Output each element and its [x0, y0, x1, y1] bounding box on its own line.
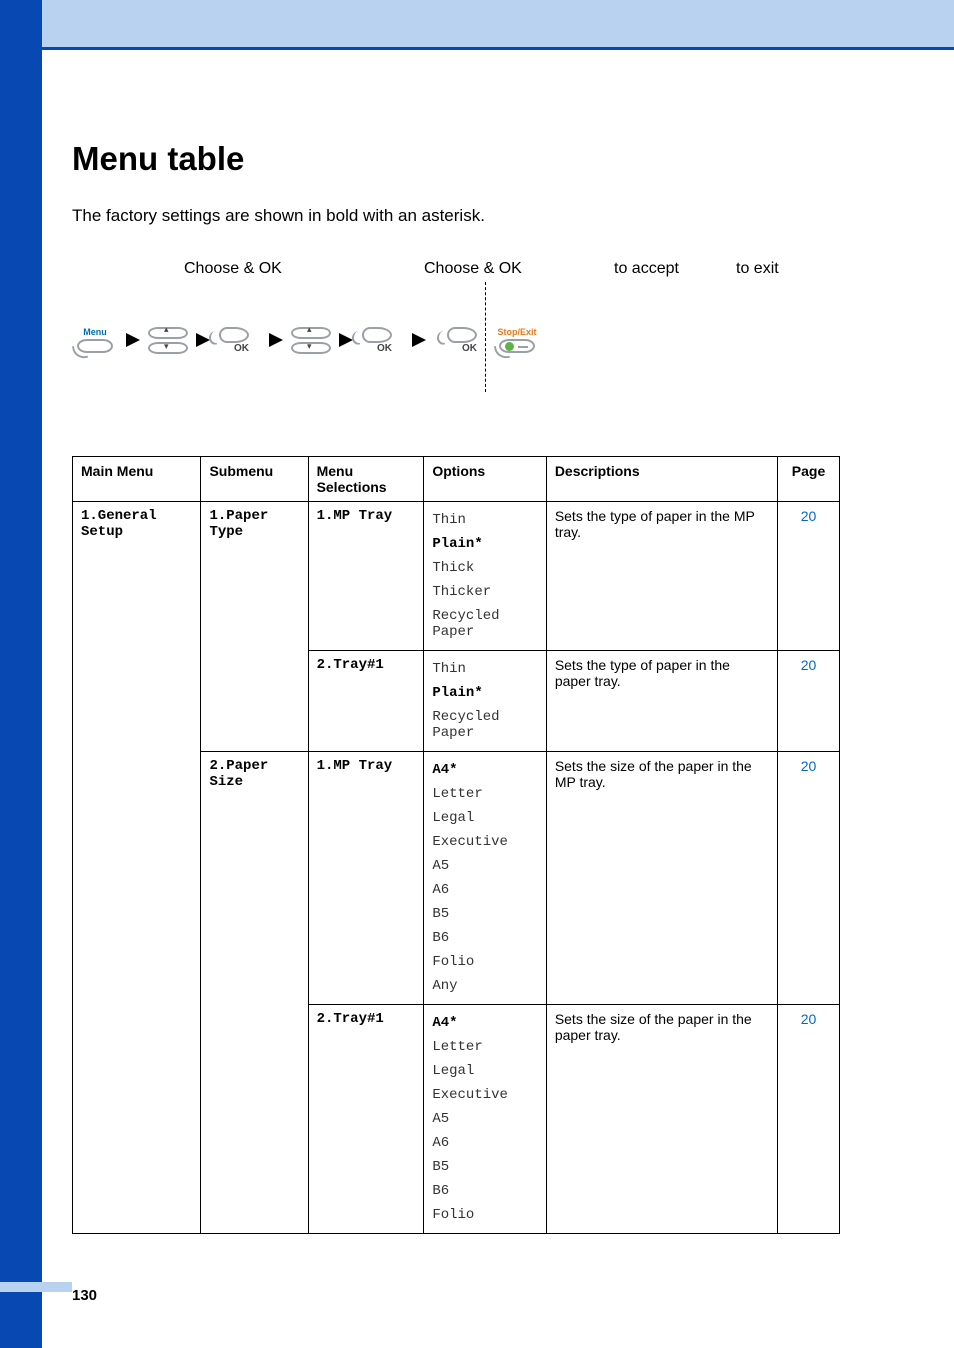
- arrow-icon: [339, 333, 353, 347]
- options-cell: A4*LetterLegalExecutiveA5A6B5B6FolioAny: [424, 752, 546, 1005]
- col-submenu: Submenu: [201, 457, 308, 502]
- option-value: Letter: [432, 782, 537, 806]
- col-descriptions: Descriptions: [546, 457, 777, 502]
- options-cell: ThinPlain*ThickThickerRecycled Paper: [424, 502, 546, 651]
- flow-label-accept: to accept: [614, 260, 736, 278]
- option-value: B6: [432, 1179, 537, 1203]
- table-header-row: Main Menu Submenu Menu Selections Option…: [73, 457, 840, 502]
- option-value: A4*: [432, 1011, 537, 1035]
- option-value: A5: [432, 854, 537, 878]
- option-value: B6: [432, 926, 537, 950]
- submenu-cell: 2.Paper Size: [201, 752, 308, 1234]
- selection-cell: 1.MP Tray: [308, 502, 424, 651]
- options-cell: A4*LetterLegalExecutiveA5A6B5B6Folio: [424, 1005, 546, 1234]
- col-options: Options: [424, 457, 546, 502]
- col-main-menu: Main Menu: [73, 457, 201, 502]
- flow-label-choose-ok-1: Choose & OK: [184, 260, 424, 278]
- page-ref-cell[interactable]: 20: [778, 752, 840, 1005]
- page-ref-cell[interactable]: 20: [778, 502, 840, 651]
- page-ref-cell[interactable]: 20: [778, 651, 840, 752]
- updown-nav-icon: [291, 327, 331, 354]
- option-value: Recycled Paper: [432, 705, 537, 745]
- side-stripe: [0, 0, 42, 1348]
- description-cell: Sets the type of paper in the paper tray…: [546, 651, 777, 752]
- option-value: Plain*: [432, 532, 537, 556]
- option-value: Executive: [432, 830, 537, 854]
- menu-button-icon: Menu: [72, 327, 118, 353]
- updown-nav-icon: [148, 327, 188, 354]
- table-row: 1.General Setup1.Paper Type1.MP TrayThin…: [73, 502, 840, 651]
- divider-dashed: [485, 282, 486, 392]
- header-stripe: [0, 0, 954, 50]
- option-value: B5: [432, 902, 537, 926]
- ok-button-icon: OK: [446, 327, 477, 354]
- ok-button-icon: OK: [361, 327, 392, 354]
- selection-cell: 1.MP Tray: [308, 752, 424, 1005]
- main-menu-cell: 1.General Setup: [73, 502, 201, 1234]
- option-value: Legal: [432, 806, 537, 830]
- page-content: Menu table The factory settings are show…: [72, 140, 840, 1234]
- option-value: Legal: [432, 1059, 537, 1083]
- arrow-icon: [196, 333, 210, 347]
- description-cell: Sets the size of the paper in the MP tra…: [546, 752, 777, 1005]
- option-value: Thin: [432, 508, 537, 532]
- stop-exit-button-icon: Stop/Exit: [494, 327, 540, 353]
- options-cell: ThinPlain*Recycled Paper: [424, 651, 546, 752]
- description-cell: Sets the type of paper in the MP tray.: [546, 502, 777, 651]
- navigation-flow-diagram: Choose & OK Choose & OK to accept to exi…: [72, 260, 840, 392]
- option-value: Folio: [432, 1203, 537, 1227]
- option-value: Any: [432, 974, 537, 998]
- option-value: Executive: [432, 1083, 537, 1107]
- option-value: Recycled Paper: [432, 604, 537, 644]
- option-value: Letter: [432, 1035, 537, 1059]
- arrow-icon: [269, 333, 283, 347]
- flow-label-exit: to exit: [736, 260, 779, 278]
- option-value: Plain*: [432, 681, 537, 705]
- page-number: 130: [72, 1287, 97, 1304]
- description-cell: Sets the size of the paper in the paper …: [546, 1005, 777, 1234]
- option-value: Thicker: [432, 580, 537, 604]
- option-value: Folio: [432, 950, 537, 974]
- menu-table: Main Menu Submenu Menu Selections Option…: [72, 456, 840, 1234]
- col-page: Page: [778, 457, 840, 502]
- arrow-icon: [126, 333, 140, 347]
- col-selections: Menu Selections: [308, 457, 424, 502]
- option-value: A6: [432, 878, 537, 902]
- option-value: A4*: [432, 758, 537, 782]
- page-title: Menu table: [72, 140, 840, 178]
- page-ref-cell[interactable]: 20: [778, 1005, 840, 1234]
- selection-cell: 2.Tray#1: [308, 1005, 424, 1234]
- flow-label-choose-ok-2: Choose & OK: [424, 260, 614, 278]
- ok-button-icon: OK: [218, 327, 249, 354]
- option-value: Thin: [432, 657, 537, 681]
- arrow-icon: [412, 333, 426, 347]
- selection-cell: 2.Tray#1: [308, 651, 424, 752]
- submenu-cell: 1.Paper Type: [201, 502, 308, 752]
- option-value: A5: [432, 1107, 537, 1131]
- option-value: B5: [432, 1155, 537, 1179]
- footer-accent: [0, 1282, 72, 1292]
- option-value: Thick: [432, 556, 537, 580]
- intro-text: The factory settings are shown in bold w…: [72, 206, 840, 226]
- option-value: A6: [432, 1131, 537, 1155]
